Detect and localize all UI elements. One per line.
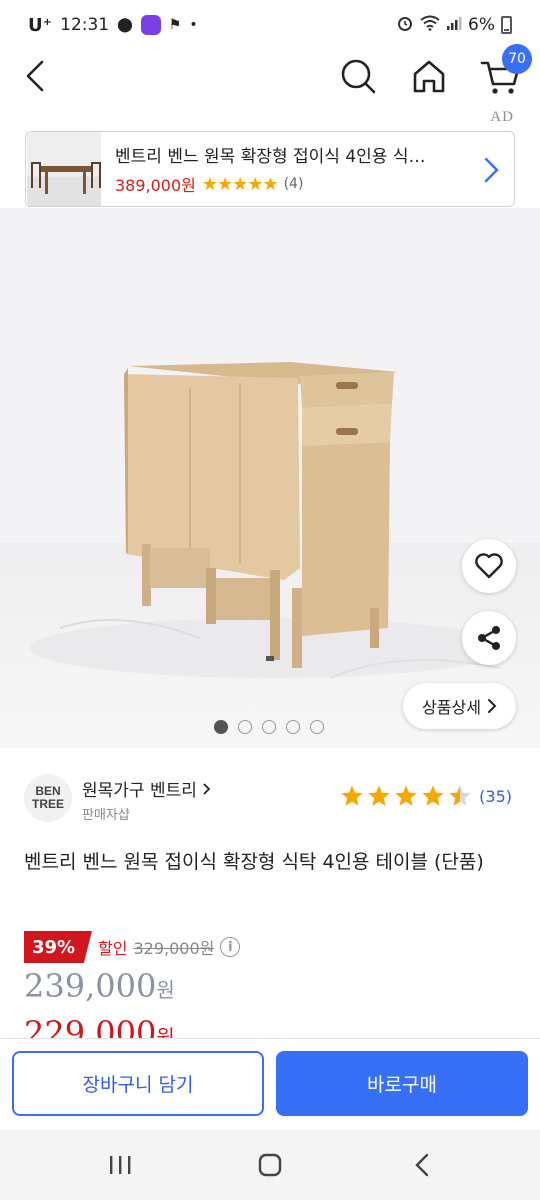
review-count[interactable]: (35) <box>479 787 512 806</box>
ad-title: 벤트리 벤느 원목 확장형 접이식 4인용 식… <box>115 147 426 167</box>
recent-apps-icon <box>110 1156 131 1174</box>
page-dot[interactable] <box>262 720 276 734</box>
message-icon: ⚑ <box>168 17 182 33</box>
heart-icon <box>475 553 503 579</box>
product-image-gallery[interactable]: 상품상세 <box>0 208 540 748</box>
carrier-label: U⁺ <box>28 14 53 36</box>
search-button[interactable] <box>336 54 380 98</box>
discount-badge: 39% <box>24 931 92 963</box>
product-title: 벤트리 벤느 원목 접이식 확장형 식탁 4인용 테이블 (단품) <box>24 851 484 873</box>
top-app-bar <box>0 50 540 110</box>
chevron-right-icon <box>484 157 499 183</box>
seller-logo[interactable]: BEN TREE <box>24 774 72 822</box>
ad-label: AD <box>490 109 514 125</box>
star-rating-icon <box>341 785 471 806</box>
product-detail-label: 상품상세 <box>422 698 481 717</box>
share-icon <box>478 626 500 650</box>
page-dot[interactable] <box>214 720 228 734</box>
buy-now-button[interactable]: 바로구매 <box>276 1051 528 1116</box>
info-icon[interactable]: i <box>220 937 241 957</box>
ad-star-rating: ★★★★★ <box>201 173 279 195</box>
ad-price: 389,000원 <box>115 176 196 195</box>
system-back-button[interactable] <box>402 1150 442 1180</box>
search-icon <box>341 59 376 94</box>
system-home-icon <box>258 1153 282 1177</box>
discount-row: 39% 할인 329,000원 i <box>24 931 241 963</box>
back-icon <box>26 60 44 92</box>
notification-icon: ⬤ <box>117 17 133 33</box>
back-button[interactable] <box>20 56 54 96</box>
final-price-value: 229,000 <box>24 1014 157 1038</box>
home-button[interactable] <box>407 54 451 98</box>
battery-icon <box>501 16 512 34</box>
product-photo <box>30 362 510 679</box>
review-rating[interactable]: (35) <box>340 784 512 808</box>
wifi-icon <box>420 15 440 36</box>
system-home-button[interactable] <box>250 1150 290 1180</box>
page-dot[interactable] <box>310 720 324 734</box>
signal-icon <box>446 15 462 36</box>
cart-count-badge: 70 <box>502 44 532 74</box>
sale-price-unit: 원 <box>156 978 175 1002</box>
home-icon <box>413 60 445 93</box>
original-price: 329,000원 <box>133 939 215 958</box>
sale-price-value: 239,000 <box>24 967 157 1005</box>
discount-label: 할인 <box>98 939 128 958</box>
seller-shop-link[interactable]: 원목가구 벤트리 <box>82 776 212 801</box>
wishlist-button[interactable] <box>462 539 516 593</box>
ad-banner[interactable]: 벤트리 벤느 원목 확장형 접이식 4인용 식… 389,000원 ★★★★★ … <box>25 131 515 207</box>
ad-thumbnail <box>27 132 101 206</box>
share-button[interactable] <box>462 611 516 665</box>
ad-review-count: (4) <box>283 176 304 192</box>
chevron-right-icon <box>487 699 497 713</box>
status-bar: U⁺ 12:31 ⬤ ⚑ • 6% <box>0 0 540 50</box>
purchase-bar: 장바구니 담기 바로구매 <box>0 1038 540 1130</box>
seller-row: BEN TREE 원목가구 벤트리 판매자샵 (35) <box>24 772 516 826</box>
page-dot[interactable] <box>238 720 252 734</box>
more-notifications-icon: • <box>189 17 198 33</box>
chevron-right-icon <box>203 783 211 795</box>
final-price: 229,000원 <box>24 1010 175 1038</box>
sale-price: 239,000원 <box>24 967 175 1005</box>
seller-subtitle: 판매자샵 <box>82 808 130 823</box>
clock: 12:31 <box>60 15 110 35</box>
battery-percent: 6% <box>468 15 495 35</box>
app-notification-icon <box>140 15 161 35</box>
alarm-icon <box>396 14 414 37</box>
gallery-page-indicator <box>214 720 324 734</box>
system-navigation-bar <box>0 1130 540 1200</box>
logo-text-line2: TREE <box>31 797 64 811</box>
add-to-cart-button[interactable]: 장바구니 담기 <box>12 1051 264 1116</box>
page-dot[interactable] <box>286 720 300 734</box>
product-detail-button[interactable]: 상품상세 <box>403 683 516 729</box>
seller-name: 원목가구 벤트리 <box>82 781 197 801</box>
system-back-icon <box>415 1153 429 1177</box>
recent-apps-button[interactable] <box>100 1150 140 1180</box>
final-price-unit: 원 <box>156 1025 175 1038</box>
